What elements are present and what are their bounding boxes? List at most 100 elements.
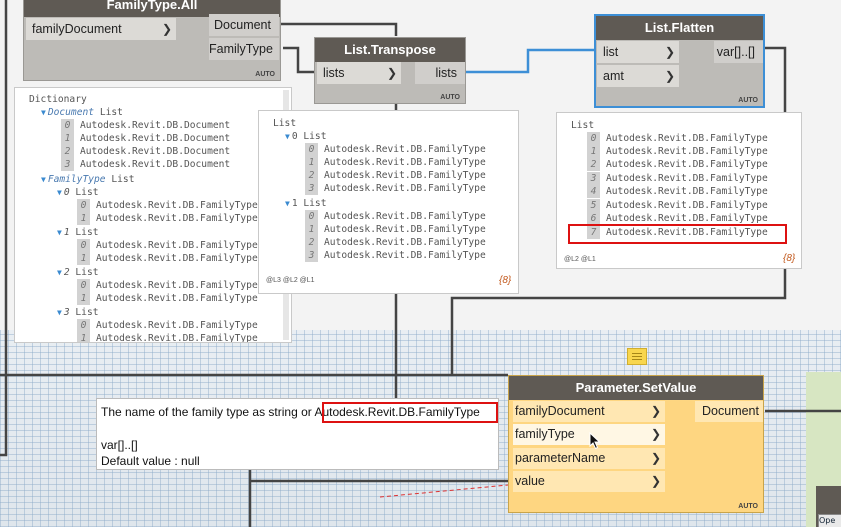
revit-model-line bbox=[379, 484, 509, 498]
node-title: List.Flatten bbox=[596, 16, 763, 40]
port-familytype[interactable]: FamilyType bbox=[209, 38, 279, 60]
list-label: List bbox=[99, 107, 123, 118]
port-value[interactable]: value ❯ bbox=[513, 471, 665, 492]
list-item: 3 Autodesk.Revit.DB.FamilyType bbox=[305, 249, 486, 262]
expand-triangle-icon: ▼ bbox=[57, 228, 62, 237]
port-lists-input[interactable]: lists ❯ bbox=[317, 62, 401, 84]
chevron-right-icon: ❯ bbox=[650, 474, 661, 488]
list-item: 0 Autodesk.Revit.DB.FamilyType bbox=[305, 210, 486, 223]
chevron-right-icon: ❯ bbox=[161, 22, 172, 36]
port-amt-input[interactable]: amt ❯ bbox=[597, 65, 679, 87]
port-familydocument[interactable]: familyDocument ❯ bbox=[26, 18, 176, 40]
expand-triangle-icon: ▼ bbox=[57, 308, 62, 317]
port-label: var[]..[] bbox=[716, 45, 755, 59]
list-label: List bbox=[111, 174, 135, 185]
node-familytype-all[interactable]: FamilyType.All familyDocument ❯ Document… bbox=[23, 0, 281, 81]
list-item: 0 Autodesk.Revit.DB.FamilyType bbox=[77, 319, 258, 332]
preview-dictionary[interactable]: Dictionary ▼ Document List 0 Autodesk.Revi… bbox=[14, 87, 292, 343]
list-item: 0 Autodesk.Revit.DB.FamilyType bbox=[587, 132, 768, 145]
key-label: Document bbox=[47, 107, 95, 118]
port-label: Document bbox=[702, 404, 759, 418]
list-item: 5 Autodesk.Revit.DB.FamilyType bbox=[587, 199, 768, 212]
list-item: 3 Autodesk.Revit.DB.Document bbox=[61, 158, 230, 171]
expand-triangle-icon: ▼ bbox=[285, 199, 290, 208]
port-label: amt bbox=[603, 69, 624, 83]
port-parametername[interactable]: parameterName ❯ bbox=[513, 448, 665, 469]
list-levels: @L2 @L1 bbox=[564, 256, 596, 263]
sublist-header[interactable]: ▼ 1 List bbox=[285, 197, 326, 210]
sublist-header[interactable]: ▼ 0 List bbox=[285, 130, 326, 143]
port-label: lists bbox=[435, 66, 457, 80]
list-item: 2 Autodesk.Revit.DB.Document bbox=[61, 145, 230, 158]
note-icon[interactable] bbox=[627, 348, 647, 365]
wire-transpose-to-flatten[interactable] bbox=[466, 48, 596, 74]
port-var-output[interactable]: var[]..[] bbox=[714, 41, 763, 63]
item-count: {8} bbox=[783, 253, 796, 264]
list-item: 2 Autodesk.Revit.DB.FamilyType bbox=[305, 169, 486, 182]
list-item: 4 Autodesk.Revit.DB.FamilyType bbox=[587, 185, 768, 198]
list-item: 1 Autodesk.Revit.DB.FamilyType bbox=[305, 156, 486, 169]
port-label: familyDocument bbox=[515, 404, 605, 418]
lacing-label: AUTO bbox=[738, 503, 758, 510]
expand-triangle-icon: ▼ bbox=[57, 268, 62, 277]
port-list-input[interactable]: list ❯ bbox=[597, 41, 679, 63]
partial-node-bottom-right[interactable]: Ope bbox=[816, 486, 841, 527]
node-parameter-setvalue[interactable]: Parameter.SetValue familyDocument ❯ fami… bbox=[508, 375, 764, 513]
port-label: lists bbox=[323, 66, 345, 80]
key-label: FamilyType bbox=[47, 174, 106, 185]
port-document-output[interactable]: Document bbox=[695, 401, 763, 422]
expand-triangle-icon: ▼ bbox=[285, 132, 290, 141]
chevron-right-icon: ❯ bbox=[650, 404, 661, 418]
port-label: list bbox=[603, 45, 619, 59]
lacing-label: AUTO bbox=[255, 71, 275, 78]
wire-document-out[interactable] bbox=[280, 22, 398, 36]
wire-input-familydocument[interactable] bbox=[0, 0, 8, 457]
list-levels: @L3 @L2 @L1 bbox=[266, 277, 315, 284]
highlight-box bbox=[568, 224, 787, 244]
item-count: {8} bbox=[499, 275, 512, 286]
list-item: 0 Autodesk.Revit.DB.FamilyType bbox=[305, 143, 486, 156]
node-title: List.Transpose bbox=[315, 38, 465, 62]
lacing-label: AUTO bbox=[440, 94, 460, 101]
sublist-header[interactable]: ▼ 0 List bbox=[57, 186, 99, 199]
lacing-label: AUTO bbox=[738, 97, 758, 104]
port-label: parameterName bbox=[515, 451, 606, 465]
list-item: 1 Autodesk.Revit.DB.FamilyType bbox=[77, 292, 258, 305]
dynamo-canvas[interactable]: FamilyType.All familyDocument ❯ Document… bbox=[0, 0, 841, 527]
node-list-flatten[interactable]: List.Flatten list ❯ amt ❯ var[]..[] AUTO bbox=[594, 14, 765, 108]
wire-familytype-to-transpose[interactable] bbox=[283, 46, 314, 74]
preview-transpose[interactable]: List ▼ 0 List 0 Autodesk.Revit.DB.FamilyTy… bbox=[258, 110, 519, 294]
port-label: value bbox=[515, 474, 545, 488]
highlight-box bbox=[322, 402, 498, 423]
chevron-right-icon: ❯ bbox=[386, 66, 397, 80]
dict-key-document[interactable]: ▼ Document List bbox=[41, 106, 123, 119]
port-document[interactable]: Document bbox=[209, 14, 279, 36]
partial-node-option[interactable]: Ope bbox=[818, 514, 841, 527]
list-item: 2 Autodesk.Revit.DB.FamilyType bbox=[305, 236, 486, 249]
port-tooltip: The name of the family type as string or… bbox=[96, 398, 499, 470]
dict-key-familytype[interactable]: ▼ FamilyType List bbox=[41, 173, 134, 186]
preview-header: Dictionary bbox=[29, 94, 87, 105]
list-item: 1 Autodesk.Revit.DB.FamilyType bbox=[77, 332, 258, 342]
chevron-right-icon: ❯ bbox=[664, 69, 675, 83]
list-item: 0 Autodesk.Revit.DB.FamilyType bbox=[77, 279, 258, 292]
sublist-header[interactable]: ▼ 2 List bbox=[57, 266, 99, 279]
sublist-header[interactable]: ▼ 1 List bbox=[57, 226, 99, 239]
node-title: Parameter.SetValue bbox=[509, 376, 763, 400]
port-lists-output[interactable]: lists bbox=[415, 62, 465, 84]
expand-triangle-icon: ▼ bbox=[41, 108, 46, 117]
list-item: 2 Autodesk.Revit.DB.FamilyType bbox=[587, 158, 768, 171]
list-item: 3 Autodesk.Revit.DB.FamilyType bbox=[587, 172, 768, 185]
list-item: 1 Autodesk.Revit.DB.FamilyType bbox=[77, 252, 258, 265]
port-label: familyType bbox=[515, 427, 575, 441]
port-label: Document bbox=[214, 18, 271, 32]
expand-triangle-icon: ▼ bbox=[41, 175, 46, 184]
sublist-header[interactable]: ▼ 3 List bbox=[57, 306, 99, 319]
list-item: 1 Autodesk.Revit.DB.FamilyType bbox=[587, 145, 768, 158]
node-list-transpose[interactable]: List.Transpose lists ❯ lists AUTO bbox=[314, 37, 466, 104]
preview-flatten[interactable]: List 0 Autodesk.Revit.DB.FamilyType 1 Auto… bbox=[556, 112, 802, 269]
tooltip-default: Default value : null bbox=[101, 454, 200, 468]
preview-header: List bbox=[273, 118, 297, 129]
port-familydocument[interactable]: familyDocument ❯ bbox=[513, 401, 665, 422]
mouse-cursor-icon bbox=[589, 432, 601, 450]
